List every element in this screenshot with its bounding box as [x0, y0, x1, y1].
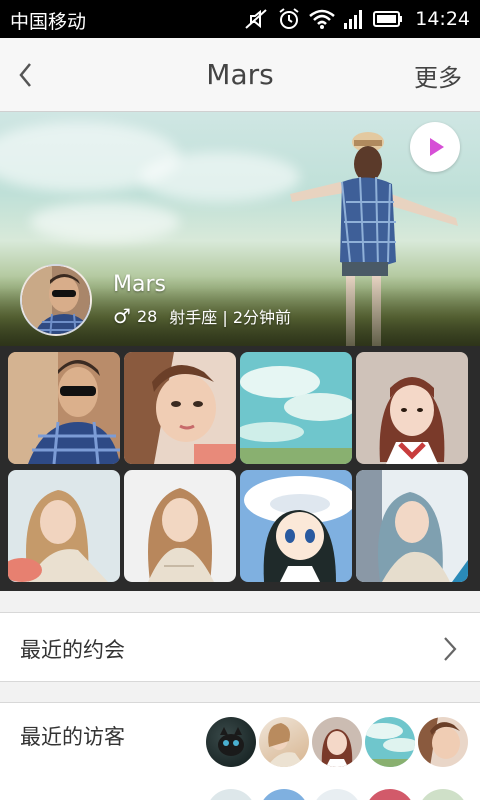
profile-meta: ♂ 28 射手座 | 2分钟前 — [113, 304, 291, 328]
visitor-avatar[interactable] — [206, 717, 256, 767]
photo-image — [8, 470, 120, 582]
chevron-right-icon — [444, 637, 457, 661]
visitor-avatar[interactable] — [365, 789, 415, 800]
visitor-avatar[interactable] — [312, 717, 362, 767]
photo-thumbnail[interactable] — [356, 470, 468, 582]
photo-thumbnail[interactable] — [356, 352, 468, 464]
profile-details: 射手座 | 2分钟前 — [169, 308, 292, 327]
carrier-label: 中国移动 — [10, 11, 87, 33]
visitor-avatar[interactable] — [259, 789, 309, 800]
photo-thumbnail[interactable] — [124, 352, 236, 464]
photo-thumbnail[interactable] — [240, 352, 352, 464]
photo-image — [240, 352, 352, 464]
photo-image — [8, 352, 120, 464]
visitor-avatar[interactable] — [259, 717, 309, 767]
profile-cover: Mars ♂ 28 射手座 | 2分钟前 — [0, 112, 480, 346]
clock: 14:24 — [415, 8, 470, 30]
status-bar: 中国移动 14:24 — [0, 0, 480, 38]
photo-thumbnail[interactable] — [240, 470, 352, 582]
status-icons: 14:24 — [243, 6, 470, 32]
wifi-icon — [309, 9, 336, 29]
navigation-bar: Mars 更多 — [0, 38, 480, 112]
signal-icon — [344, 10, 363, 29]
profile-avatar[interactable] — [20, 264, 92, 336]
page-title: Mars — [206, 58, 274, 91]
visitor-avatar[interactable] — [418, 717, 468, 767]
recent-dates-row[interactable]: 最近的约会 — [0, 612, 480, 682]
more-button[interactable]: 更多 — [414, 58, 462, 93]
photo-grid — [0, 346, 480, 591]
profile-name: Mars — [113, 272, 166, 297]
recent-visitors-row[interactable]: 最近的访客 — [0, 702, 480, 800]
visitor-avatar[interactable] — [312, 789, 362, 800]
photo-image — [356, 470, 468, 582]
photo-image — [124, 470, 236, 582]
profile-age: 28 — [136, 306, 158, 326]
alarm-icon — [279, 8, 299, 29]
photo-thumbnail[interactable] — [8, 470, 120, 582]
gender-icon: ♂ — [113, 304, 131, 328]
photo-image — [124, 352, 236, 464]
visitor-avatar[interactable] — [365, 717, 415, 767]
play-button[interactable] — [410, 122, 460, 172]
photo-image — [356, 352, 468, 464]
recent-visitors-label: 最近的访客 — [20, 725, 125, 749]
mute-icon — [245, 9, 267, 29]
play-icon — [430, 138, 444, 156]
photo-image — [240, 470, 352, 582]
visitor-avatar[interactable] — [206, 789, 256, 800]
recent-dates-label: 最近的约会 — [20, 638, 125, 662]
visitor-avatar[interactable] — [418, 789, 468, 800]
photo-thumbnail[interactable] — [8, 352, 120, 464]
photo-thumbnail[interactable] — [124, 470, 236, 582]
battery-icon — [373, 11, 403, 27]
